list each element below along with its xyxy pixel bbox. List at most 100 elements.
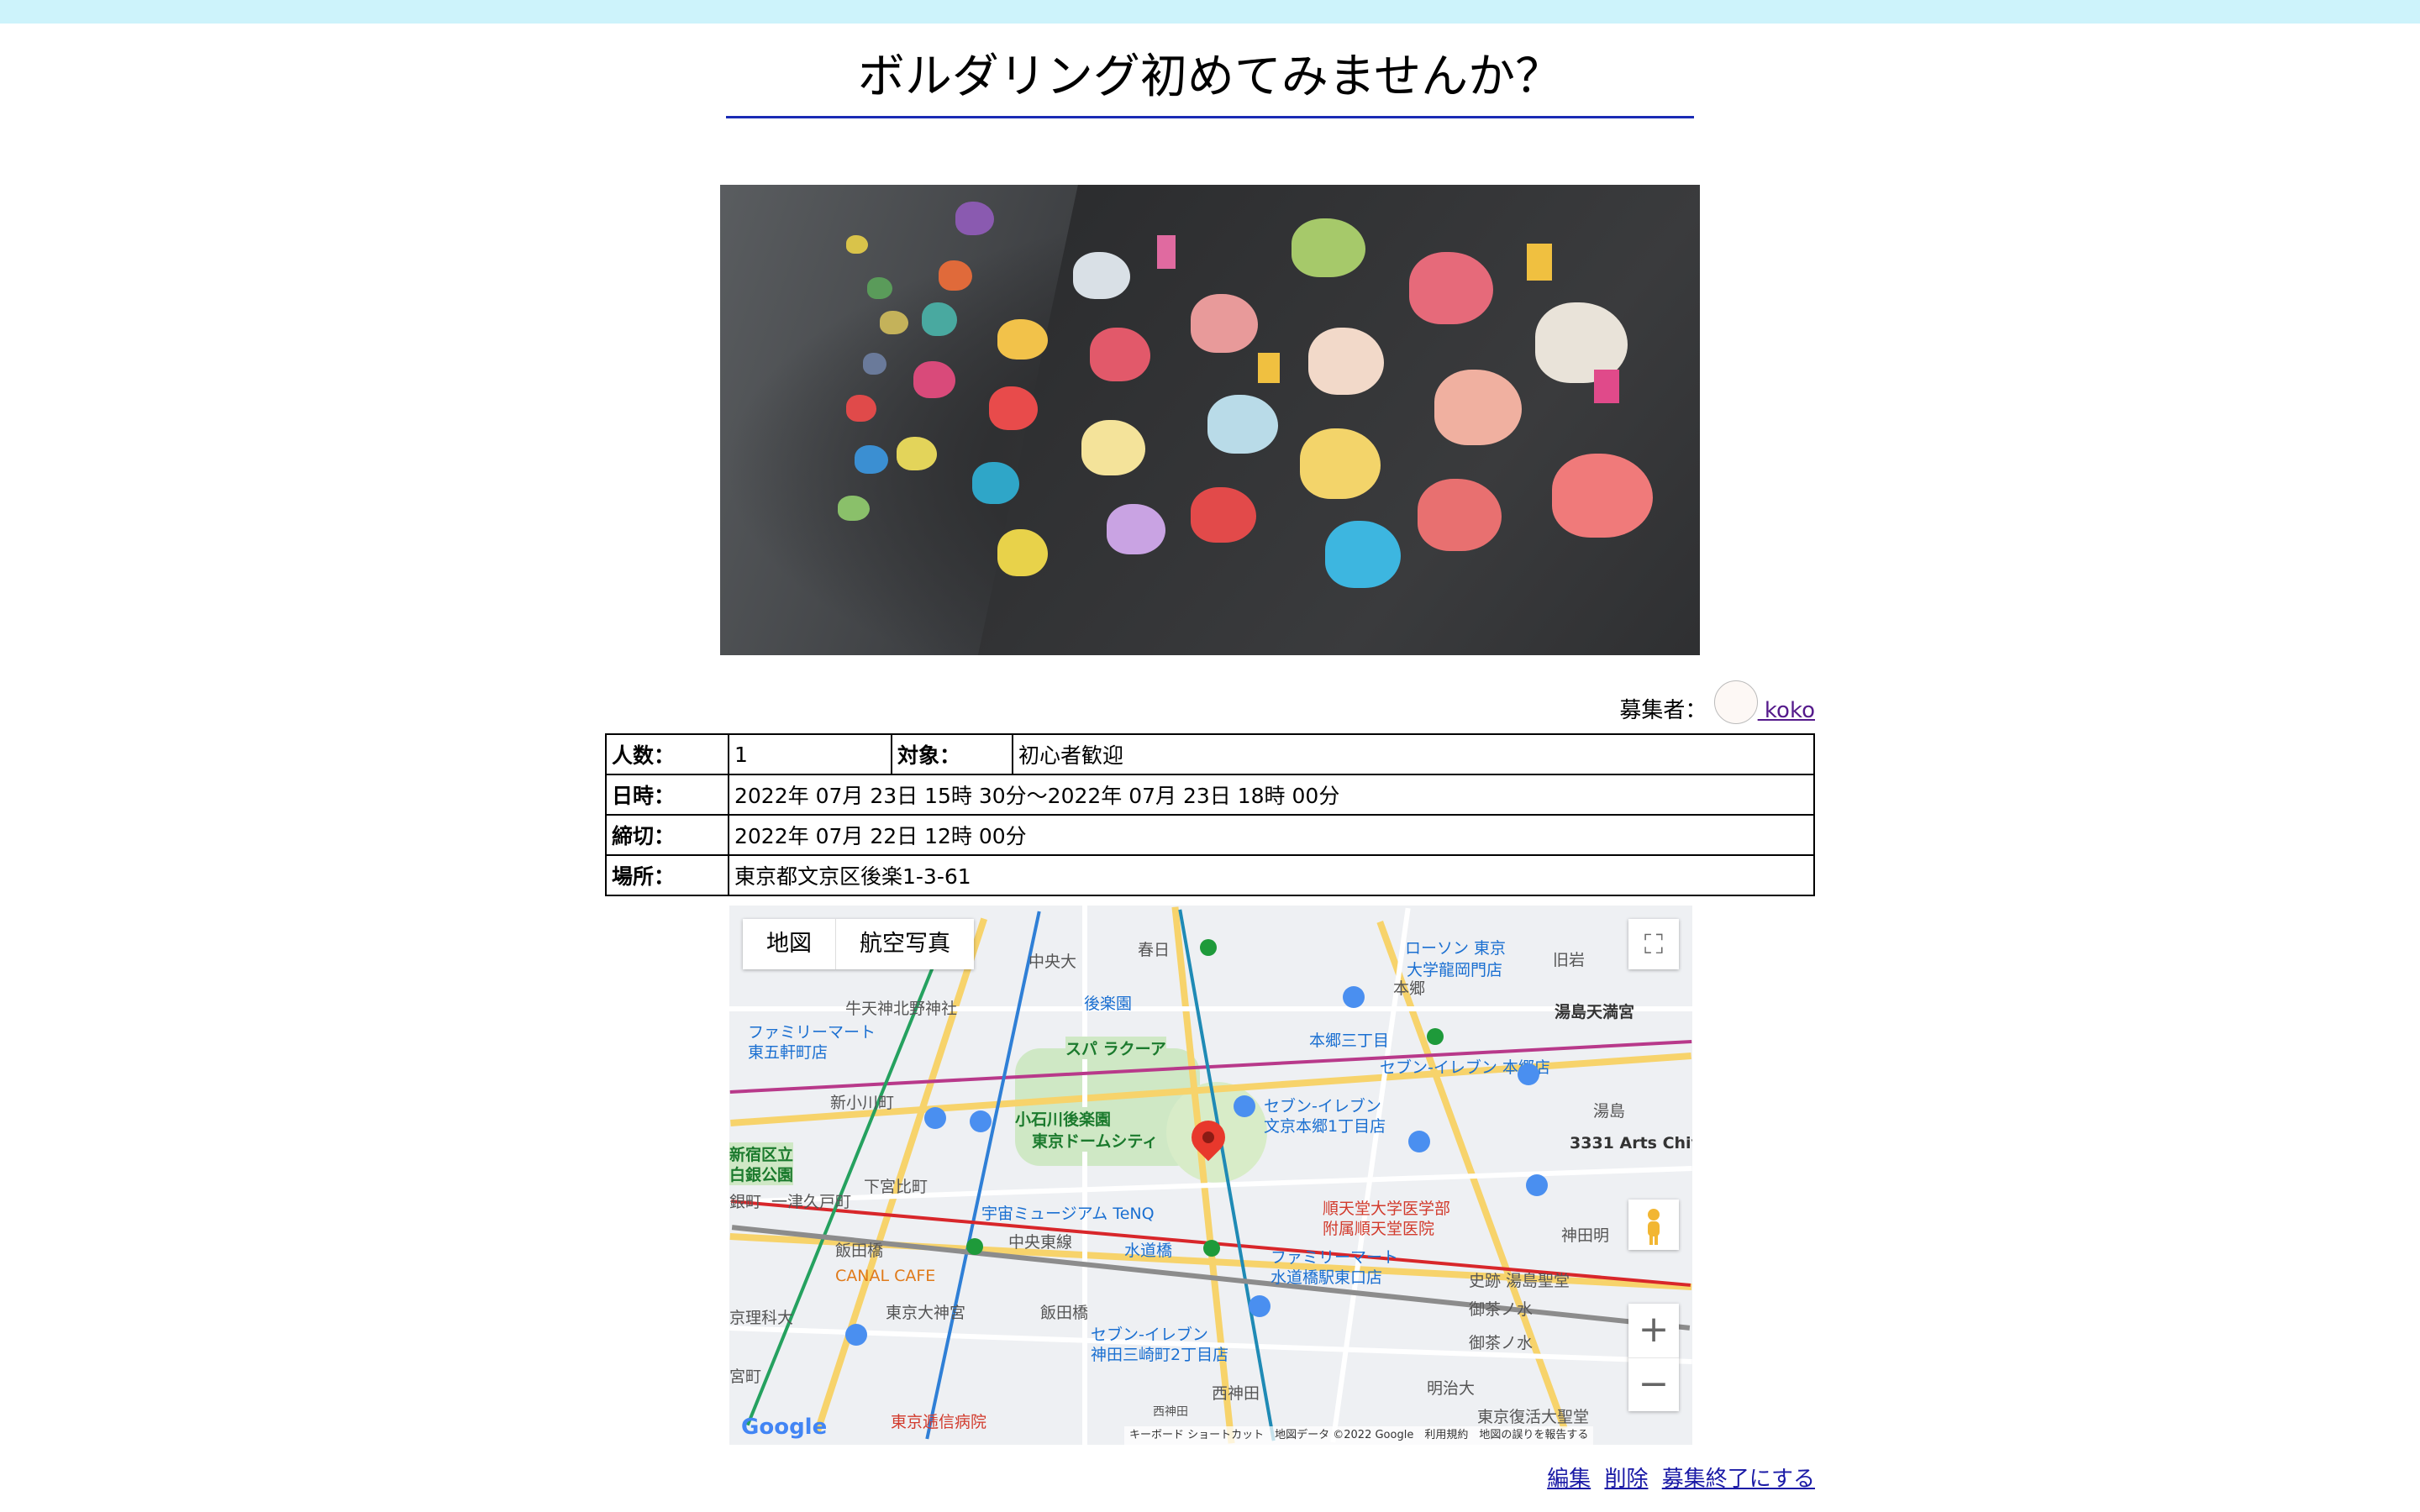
poi-marker-icon[interactable] bbox=[970, 1110, 992, 1132]
map-label: 水道橋 bbox=[1124, 1242, 1173, 1260]
park-marker-icon[interactable] bbox=[1203, 1240, 1220, 1257]
map-label: 宮町 bbox=[729, 1368, 762, 1386]
google-logo-text: Google bbox=[741, 1415, 828, 1440]
pegman-icon bbox=[1648, 1209, 1660, 1245]
place-value: 東京都文京区後楽1-3-61 bbox=[728, 854, 1815, 896]
table-row: 締切： 2022年 07月 22日 12時 00分 bbox=[605, 814, 1815, 856]
map-label: 3331 Arts Chiy bbox=[1570, 1134, 1692, 1152]
map-label: 下宮比町 bbox=[864, 1178, 929, 1196]
target-label: 対象： bbox=[891, 733, 1013, 775]
zoom-out-button[interactable]: − bbox=[1628, 1358, 1679, 1411]
park-marker-icon[interactable] bbox=[966, 1238, 983, 1255]
top-bar bbox=[0, 0, 2420, 24]
event-photo bbox=[720, 185, 1700, 655]
map-label: 東京復活大聖堂 bbox=[1477, 1408, 1590, 1426]
deadline-label: 締切： bbox=[605, 814, 729, 856]
count-label: 人数： bbox=[605, 733, 729, 775]
map-label: 銀町 bbox=[729, 1193, 762, 1211]
zoom-control: + − bbox=[1628, 1304, 1679, 1411]
poi-marker-icon[interactable] bbox=[1526, 1174, 1548, 1196]
edit-link[interactable]: 編集 bbox=[1547, 1467, 1591, 1492]
map-label: 湯島天満宮 bbox=[1555, 1003, 1635, 1021]
place-label: 場所： bbox=[605, 854, 729, 896]
count-value: 1 bbox=[728, 733, 892, 775]
map-label: 新小川町 bbox=[830, 1094, 895, 1112]
map-label: 牛天神北野神社 bbox=[845, 1000, 958, 1018]
map-label: 小石川後楽園 bbox=[1015, 1107, 1112, 1130]
close-recruitment-link[interactable]: 募集終了にする bbox=[1662, 1467, 1815, 1492]
map-label: 白銀公園 bbox=[729, 1163, 794, 1185]
map-label: 本郷三丁目 bbox=[1309, 1032, 1390, 1050]
map-label: 東京大神宮 bbox=[886, 1304, 966, 1322]
action-links: 編集 削除 募集終了にする bbox=[1428, 1462, 1815, 1493]
map-label: 附属順天堂医院 bbox=[1323, 1220, 1435, 1238]
map-label: 旧岩 bbox=[1553, 951, 1586, 969]
poi-marker-icon[interactable] bbox=[1234, 1095, 1255, 1117]
map-label: 中央東線 bbox=[1008, 1233, 1073, 1252]
park-marker-icon[interactable] bbox=[1427, 1028, 1444, 1045]
poi-marker-icon[interactable] bbox=[1408, 1131, 1430, 1152]
table-row: 日時： 2022年 07月 23日 15時 30分〜2022年 07月 23日 … bbox=[605, 774, 1815, 816]
map-label: 神田三崎町2丁目店 bbox=[1091, 1346, 1229, 1364]
map-label: 西神田 bbox=[1212, 1384, 1260, 1403]
map-label: ファミリーマート bbox=[748, 1023, 876, 1042]
map-label: ファミリーマート bbox=[1270, 1248, 1399, 1267]
datetime-label: 日時： bbox=[605, 774, 729, 816]
target-value: 初心者歓迎 bbox=[1012, 733, 1815, 775]
map-label: 史跡 湯島聖堂 bbox=[1469, 1272, 1570, 1290]
map-label: 西神田 bbox=[1153, 1405, 1188, 1419]
map-type-control: 地図 航空写真 bbox=[743, 919, 974, 969]
map-label: 御茶ノ水 bbox=[1469, 1300, 1534, 1319]
fullscreen-button[interactable]: ⛶ bbox=[1628, 919, 1679, 969]
recruiter-link[interactable]: koko bbox=[1713, 680, 1815, 724]
map-type-map-button[interactable]: 地図 bbox=[743, 919, 836, 969]
google-logo: Google bbox=[741, 1415, 827, 1440]
table-row: 場所： 東京都文京区後楽1-3-61 bbox=[605, 854, 1815, 896]
map-label: 春日 bbox=[1138, 941, 1171, 959]
map-type-satellite-button[interactable]: 航空写真 bbox=[836, 919, 974, 969]
user-avatar-icon bbox=[1713, 680, 1758, 724]
map-label: 御茶ノ水 bbox=[1469, 1334, 1534, 1352]
google-map[interactable]: 中央大 春日 ローソン 東京 大学龍岡門店 本郷 旧岩 湯島天満宮 牛天神北野神… bbox=[729, 906, 1692, 1445]
deadline-value: 2022年 07月 22日 12時 00分 bbox=[728, 814, 1815, 856]
poi-marker-icon[interactable] bbox=[845, 1324, 867, 1346]
street-view-pegman-button[interactable] bbox=[1628, 1200, 1679, 1250]
map-label: 後楽園 bbox=[1084, 995, 1133, 1013]
map-label: CANAL CAFE bbox=[835, 1267, 936, 1285]
map-label: セブン-イレブン bbox=[1091, 1326, 1208, 1344]
datetime-value: 2022年 07月 23日 15時 30分〜2022年 07月 23日 18時 … bbox=[728, 774, 1815, 816]
map-label: 新宿区立 bbox=[729, 1142, 794, 1165]
page-title: ボルダリング初めてみませんか？ bbox=[726, 44, 1694, 118]
map-label: 飯田橋 bbox=[835, 1242, 884, 1260]
recruiter-label: 募集者： bbox=[1619, 698, 1707, 723]
map-label: 順天堂大学医学部 bbox=[1323, 1200, 1451, 1218]
map-label: 湯島 bbox=[1593, 1102, 1626, 1121]
poi-marker-icon[interactable] bbox=[1249, 1295, 1270, 1317]
zoom-in-button[interactable]: + bbox=[1628, 1304, 1679, 1358]
fullscreen-icon: ⛶ bbox=[1644, 928, 1664, 960]
map-label: 明治大 bbox=[1427, 1379, 1476, 1398]
map-attribution[interactable]: キーボード ショートカット 地図データ ©2022 Google 利用規約 地図… bbox=[1124, 1426, 1594, 1445]
map-label: 宇宙ミュージアム TeNQ bbox=[981, 1205, 1155, 1223]
map-label: 文京本郷1丁目店 bbox=[1264, 1117, 1386, 1136]
map-label: 一津久戸町 bbox=[771, 1193, 852, 1211]
map-label: 東京逓信病院 bbox=[891, 1413, 987, 1431]
recruiter: 募集者： koko bbox=[1597, 680, 1815, 727]
map-label: 水道橋駅東口店 bbox=[1270, 1268, 1383, 1287]
map-label: セブン-イレブン bbox=[1264, 1097, 1381, 1116]
poi-marker-icon[interactable] bbox=[1343, 986, 1365, 1008]
recruiter-name: koko bbox=[1757, 698, 1815, 723]
poi-marker-icon[interactable] bbox=[924, 1107, 946, 1129]
map-label: 京理科大 bbox=[729, 1309, 794, 1327]
map-label: 中央大 bbox=[1028, 953, 1077, 971]
park-marker-icon[interactable] bbox=[1200, 939, 1217, 956]
map-label: ローソン 東京 bbox=[1405, 939, 1507, 958]
map-label: 神田明 bbox=[1561, 1226, 1610, 1245]
map-label: スパ ラクーア bbox=[1065, 1037, 1166, 1059]
table-row: 人数： 1 対象： 初心者歓迎 bbox=[605, 733, 1815, 775]
poi-marker-icon[interactable] bbox=[1518, 1063, 1539, 1085]
delete-link[interactable]: 削除 bbox=[1604, 1467, 1648, 1492]
event-info-table: 人数： 1 対象： 初心者歓迎 日時： 2022年 07月 23日 15時 30… bbox=[605, 733, 1815, 896]
map-label: 東五軒町店 bbox=[748, 1043, 829, 1062]
map-label: 本郷 bbox=[1393, 979, 1426, 998]
